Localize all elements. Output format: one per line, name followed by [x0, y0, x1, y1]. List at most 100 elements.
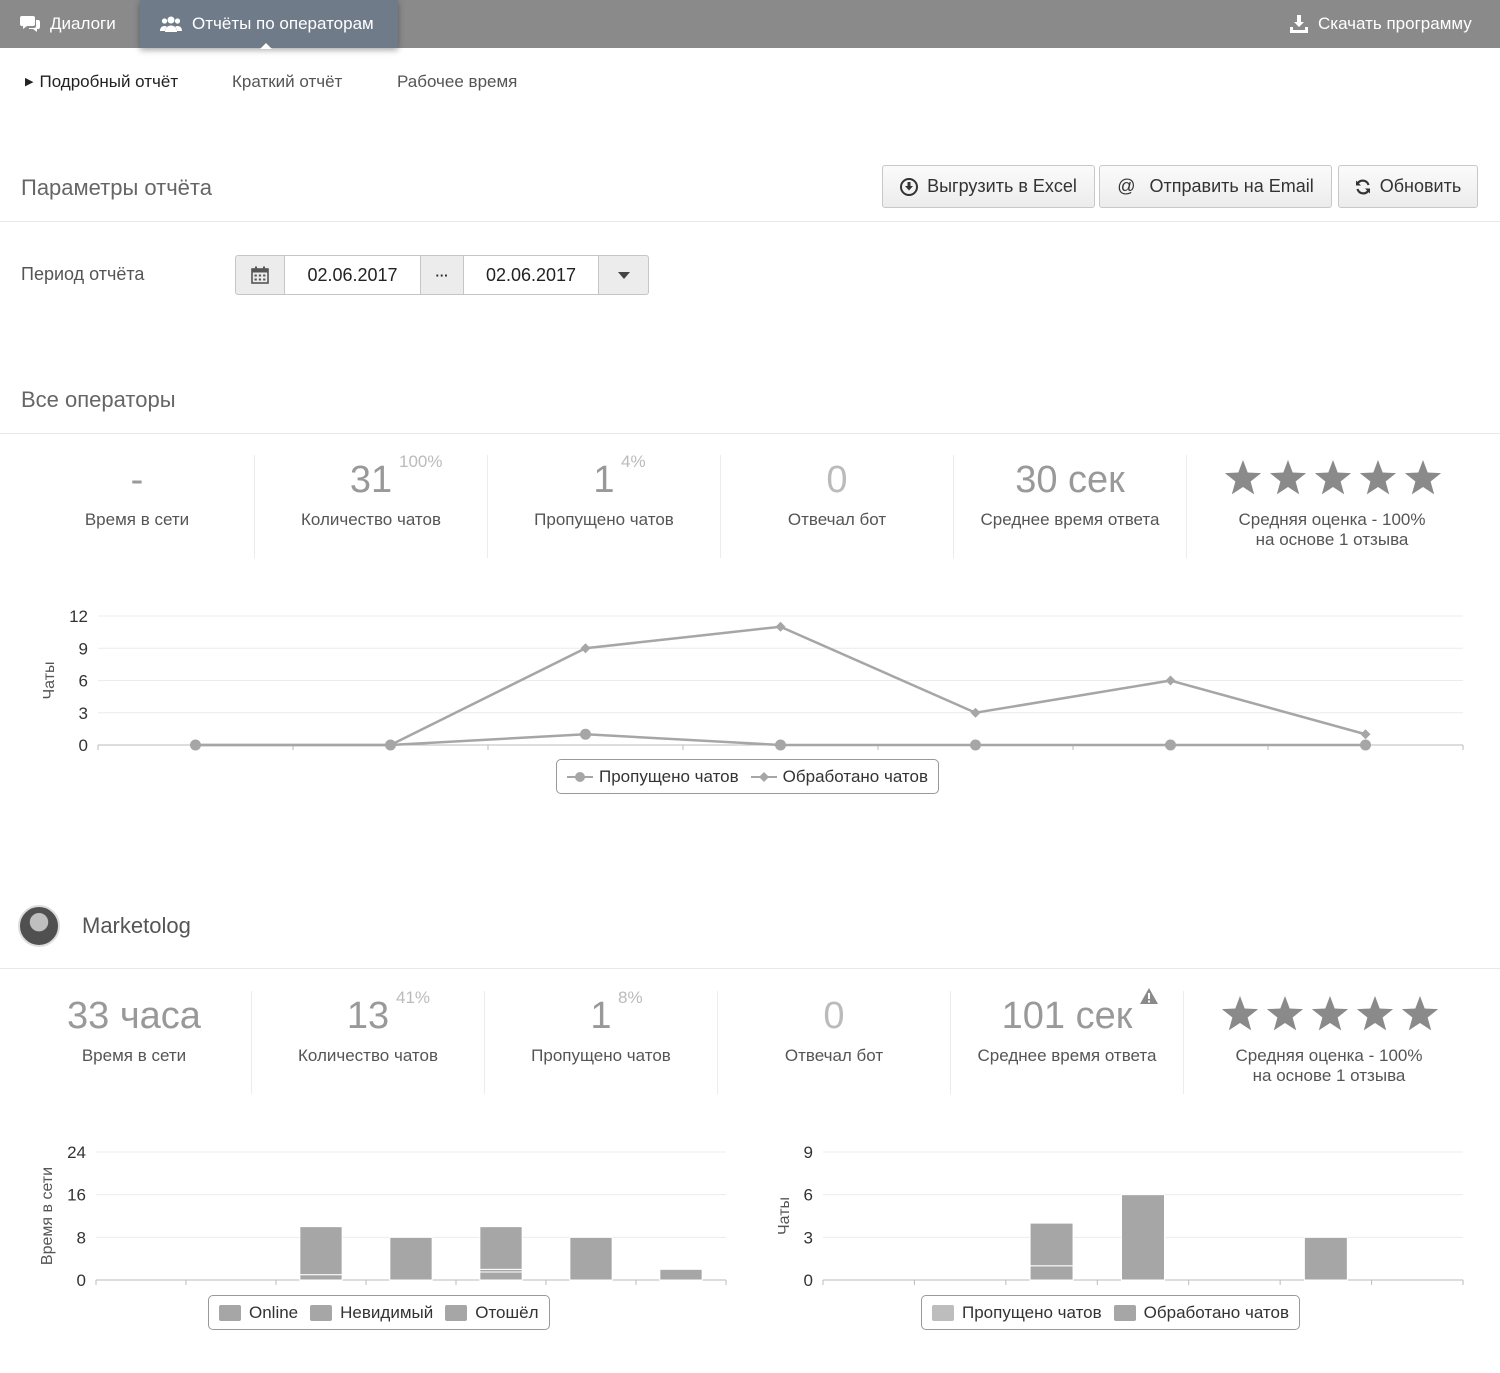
- data-point: [1165, 739, 1176, 751]
- rating-line-1: Средняя оценка - 100%: [1235, 1046, 1423, 1065]
- download-program-label: Скачать программу: [1318, 14, 1472, 33]
- y-tick-label: 0: [804, 1271, 813, 1290]
- star-icon: [1404, 460, 1442, 495]
- stat-avg-response: 101 сек Среднее время ответа: [951, 988, 1183, 1101]
- calendar-icon: [251, 266, 269, 284]
- legend-item-online[interactable]: Online: [219, 1303, 298, 1323]
- bar-chart-online-time: 0 8 16 24 Время в сети: [39, 1143, 727, 1290]
- tab-dialogs[interactable]: Диалоги: [20, 0, 130, 48]
- stat-value: 1: [590, 995, 612, 1037]
- subtab-detailed-report[interactable]: ▶ Подробный отчёт: [25, 72, 178, 92]
- rating-stars-svg: [1221, 996, 1439, 1031]
- y-tick-label: 24: [67, 1143, 86, 1162]
- rating-stars-svg: [1224, 460, 1442, 495]
- legend-item-away[interactable]: Отошёл: [445, 1302, 539, 1323]
- line-chart-legend: Пропущено чатов Обработано чатов: [556, 759, 939, 794]
- send-email-button[interactable]: @ Отправить на Email: [1099, 165, 1332, 208]
- period-dropdown-button[interactable]: [598, 255, 649, 295]
- date-from-input[interactable]: 02.06.2017: [284, 255, 421, 295]
- bar-online: [569, 1236, 613, 1281]
- date-to-input[interactable]: 02.06.2017: [463, 255, 599, 295]
- stat-label: Отвечал бот: [784, 1046, 884, 1065]
- legend-swatch: [932, 1304, 954, 1321]
- legend-swatch: [1113, 1304, 1136, 1321]
- subtab-work-time[interactable]: Рабочее время: [397, 72, 517, 92]
- stat-value: 13: [346, 995, 390, 1037]
- legend-label: Online: [249, 1302, 299, 1322]
- stat-label: Время в сети: [84, 510, 190, 529]
- legend-item-processed[interactable]: Обработано чатов: [1113, 1302, 1289, 1323]
- legend-diamond-marker-icon: [750, 771, 777, 782]
- stat-missed-chats: 1 8% Пропущено чатов: [485, 988, 717, 1101]
- subtab-short-report[interactable]: Краткий отчёт: [232, 72, 342, 92]
- stat-label: Количество чатов: [297, 1046, 439, 1065]
- calendar-button[interactable]: [235, 255, 285, 295]
- legend-item-invisible[interactable]: Невидимый: [310, 1303, 433, 1323]
- data-point: [970, 707, 981, 718]
- operator-avatar: [18, 905, 60, 947]
- legend-label: Обработано чатов: [782, 766, 928, 786]
- data-point: [580, 728, 591, 740]
- period-label: Период отчёта: [21, 264, 145, 284]
- star-icon: [1401, 996, 1439, 1031]
- stat-label: Отвечал бот: [787, 510, 887, 529]
- stat-percent: 4%: [621, 452, 646, 471]
- legend-swatch: [219, 1304, 241, 1321]
- legend-swatch: [310, 1304, 333, 1321]
- bar-обработано-чатов: [1029, 1222, 1074, 1267]
- operator-name: Marketolog: [82, 913, 191, 938]
- download-icon: [1290, 15, 1308, 33]
- rating-stars: [1223, 457, 1443, 499]
- data-point: [580, 643, 591, 654]
- legend-label: Пропущено чатов: [962, 1302, 1102, 1322]
- stat-label: Время в сети: [81, 1046, 187, 1065]
- stat-percent: 8%: [618, 988, 643, 1007]
- all-operators-title: Все операторы: [21, 387, 176, 412]
- star-icon: [1311, 996, 1349, 1031]
- chat-bubbles-icon: [20, 16, 40, 32]
- date-separator: ···: [420, 255, 464, 295]
- star-icon: [1356, 996, 1394, 1031]
- export-excel-label: Выгрузить в Excel: [927, 176, 1077, 196]
- bar-обработано-чатов: [1303, 1236, 1348, 1281]
- users-icon: [160, 16, 182, 32]
- stat-rating: Средняя оценка - 100% на основе 1 отзыва: [1187, 455, 1477, 565]
- star-icon: [1224, 460, 1262, 495]
- y-tick-label: 16: [67, 1186, 86, 1205]
- tab-dialogs-label: Диалоги: [50, 14, 116, 33]
- legend-label: Обработано чатов: [1143, 1302, 1289, 1322]
- stat-online-time: 33 часа Время в сети: [18, 991, 250, 1101]
- stat-value: 1: [593, 459, 615, 501]
- export-excel-button[interactable]: Выгрузить в Excel: [882, 165, 1095, 208]
- download-program-link[interactable]: Скачать программу: [1290, 0, 1490, 48]
- rating-line-2: на основе 1 отзыва: [1252, 1066, 1406, 1085]
- bar-online: [299, 1274, 343, 1281]
- data-point: [775, 621, 786, 632]
- bar-online: [479, 1271, 523, 1281]
- legend-item-missed[interactable]: Пропущено чатов: [567, 767, 739, 787]
- warning-icon[interactable]: [1139, 987, 1159, 1005]
- tab-operator-reports[interactable]: Отчёты по операторам: [140, 0, 398, 49]
- divider: [0, 221, 1500, 222]
- refresh-button[interactable]: Обновить: [1338, 165, 1478, 208]
- chats-chart-legend: Пропущено чатов Обработано чатов: [921, 1295, 1300, 1330]
- divider: [0, 433, 1500, 434]
- bar-chart-chats: 0 3 6 9 Чаты: [776, 1143, 1464, 1290]
- stat-bot-answered: 0 Отвечал бот: [718, 991, 950, 1101]
- bar-пропущено-чатов: [1029, 1265, 1074, 1281]
- rating-line-2: на основе 1 отзыва: [1255, 530, 1409, 549]
- star-icon: [1359, 460, 1397, 495]
- bar-отошёл: [299, 1226, 343, 1276]
- y-tick-label: 0: [77, 1271, 86, 1290]
- stat-rating: Средняя оценка - 100% на основе 1 отзыва: [1184, 991, 1474, 1101]
- data-point: [970, 739, 981, 751]
- data-point: [1360, 739, 1371, 751]
- legend-item-missed[interactable]: Пропущено чатов: [932, 1303, 1102, 1323]
- subtab-detailed-label: Подробный отчёт: [39, 72, 179, 91]
- y-tick-label: 6: [804, 1186, 813, 1205]
- legend-item-processed[interactable]: Обработано чатов: [750, 766, 928, 787]
- stat-value: 33 часа: [67, 995, 201, 1037]
- bar-обработано-чатов: [1121, 1194, 1165, 1281]
- legend-label: Отошёл: [475, 1302, 539, 1322]
- online-chart-legend: Online Невидимый Отошёл: [208, 1295, 550, 1330]
